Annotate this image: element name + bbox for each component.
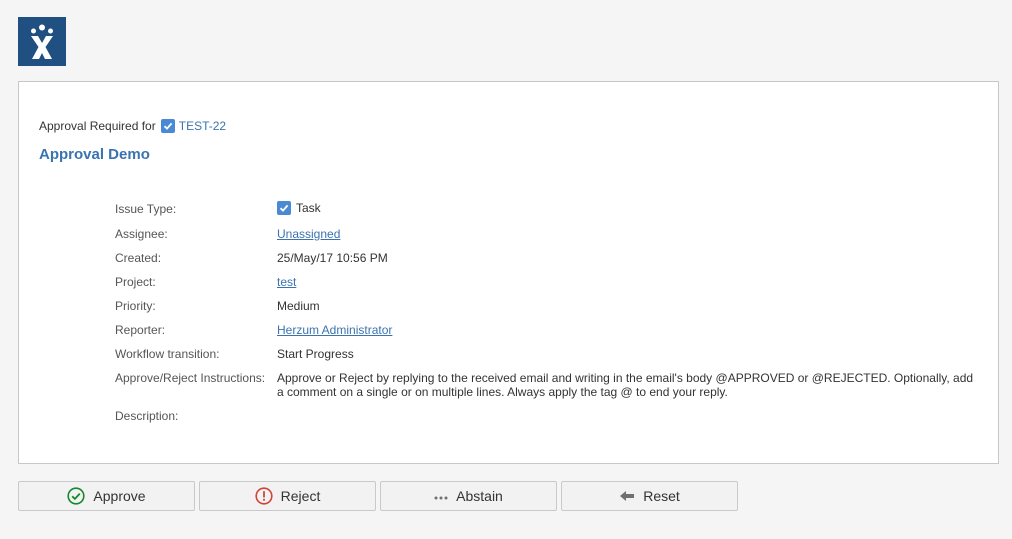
approval-card: Approval Required for TEST-22 Approval D… <box>18 81 999 464</box>
reporter-link[interactable]: Herzum Administrator <box>277 323 392 337</box>
priority-value: Medium <box>277 299 320 313</box>
check-circle-icon <box>67 487 86 505</box>
project-label: Project: <box>115 275 156 289</box>
ellipsis-icon <box>434 491 448 501</box>
abstain-button[interactable]: Abstain <box>380 481 557 511</box>
project-link[interactable]: test <box>277 275 296 289</box>
reporter-label: Reporter: <box>115 323 166 337</box>
reset-label: Reset <box>643 488 680 504</box>
jira-logo-icon <box>31 24 53 59</box>
arrow-left-icon <box>619 490 635 502</box>
task-check-icon <box>160 119 175 133</box>
issue-title: Approval Demo <box>39 146 150 163</box>
approve-button[interactable]: Approve <box>18 481 195 511</box>
created-value: 25/May/17 10:56 PM <box>277 251 388 265</box>
assignee-link[interactable]: Unassigned <box>277 227 340 241</box>
workflow-transition-value: Start Progress <box>277 347 354 361</box>
priority-label: Priority: <box>115 299 156 313</box>
instructions-value: Approve or Reject by replying to the rec… <box>277 371 974 399</box>
description-label: Description: <box>115 409 179 423</box>
abstain-label: Abstain <box>456 488 503 504</box>
jira-logo[interactable] <box>18 17 66 66</box>
approval-required-label: Approval Required for <box>39 119 156 133</box>
created-label: Created: <box>115 251 162 265</box>
exclamation-circle-icon <box>255 487 273 505</box>
workflow-transition-label: Workflow transition: <box>115 347 220 361</box>
issue-type-label: Issue Type: <box>115 202 177 216</box>
issue-type-value: Task <box>277 201 321 215</box>
reject-button[interactable]: Reject <box>199 481 376 511</box>
instructions-label: Approve/Reject Instructions: <box>115 371 266 385</box>
approve-label: Approve <box>93 488 146 504</box>
assignee-label: Assignee: <box>115 227 168 241</box>
task-type-icon <box>277 201 291 215</box>
issue-type-text: Task <box>296 201 321 215</box>
reject-label: Reject <box>280 488 321 504</box>
issue-key-link[interactable]: TEST-22 <box>179 119 226 133</box>
approval-required-line: Approval Required for TEST-22 <box>39 119 226 133</box>
reset-button[interactable]: Reset <box>561 481 738 511</box>
